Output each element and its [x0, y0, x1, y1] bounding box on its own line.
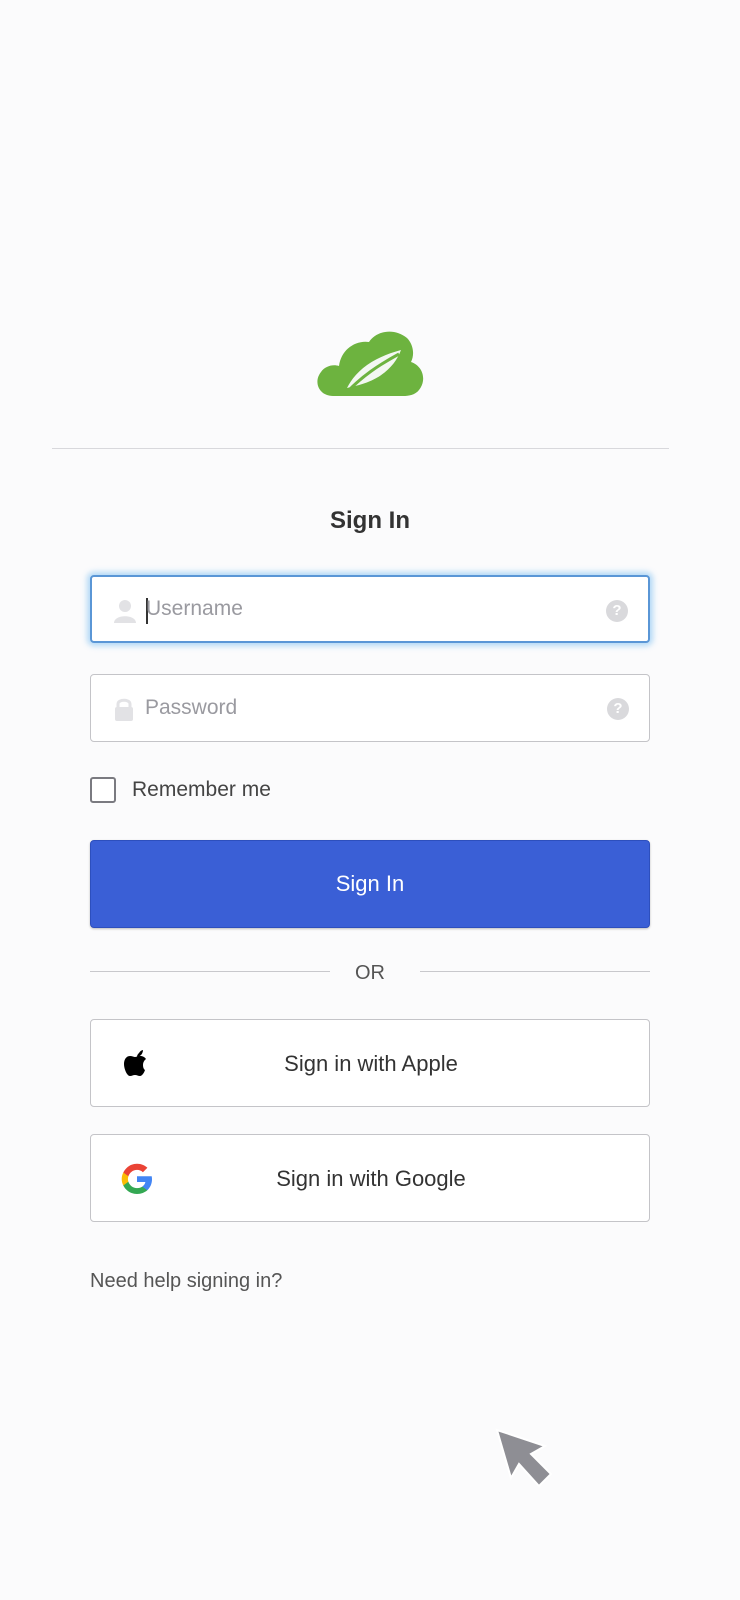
apple-button-label: Sign in with Apple — [284, 1051, 458, 1076]
question-icon[interactable]: ? — [607, 698, 629, 720]
password-input[interactable] — [145, 675, 585, 741]
spring-cloud-leaf-icon — [317, 331, 424, 396]
user-icon — [114, 600, 136, 623]
separator-line-right — [420, 971, 650, 972]
mouse-cursor-icon — [495, 1428, 553, 1488]
password-field[interactable]: ? — [90, 674, 650, 742]
login-page: Sign In ? ? Remember me Sign In OR — [0, 0, 740, 1600]
lock-icon — [115, 698, 133, 721]
question-icon[interactable]: ? — [606, 600, 628, 622]
header-divider — [52, 448, 669, 449]
remember-me-checkbox[interactable] — [90, 777, 116, 803]
or-separator: OR — [90, 962, 650, 992]
sign-in-button[interactable]: Sign In — [90, 840, 650, 928]
remember-me-label[interactable]: Remember me — [132, 778, 271, 802]
username-input[interactable] — [146, 577, 586, 641]
sign-in-with-google-button[interactable]: Sign in with Google — [90, 1134, 650, 1222]
or-label: OR — [355, 962, 385, 984]
sign-in-with-apple-button[interactable]: Sign in with Apple — [90, 1019, 650, 1107]
google-button-label: Sign in with Google — [276, 1166, 466, 1191]
remember-me-row[interactable]: Remember me — [90, 776, 271, 804]
page-title: Sign In — [330, 507, 410, 534]
need-help-link[interactable]: Need help signing in? — [90, 1270, 282, 1293]
username-field[interactable]: ? — [90, 575, 650, 643]
